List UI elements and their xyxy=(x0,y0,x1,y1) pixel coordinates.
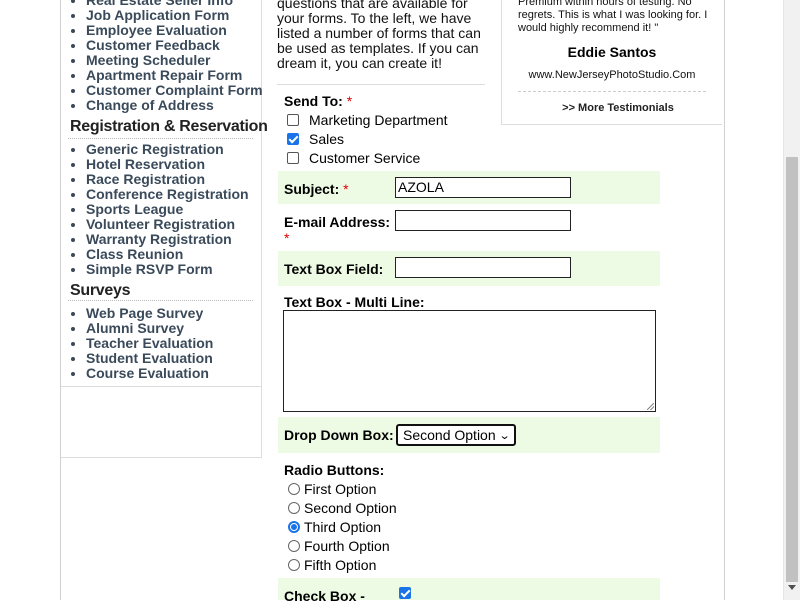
multi-line-label: Text Box - Multi Line: xyxy=(284,294,425,310)
subject-label: Subject: * xyxy=(284,181,349,197)
sidebar-link[interactable]: Sports League xyxy=(86,202,249,217)
testimonial-quote: Premium within hours of testing. No regr… xyxy=(518,0,708,34)
divider xyxy=(68,138,253,139)
radio-second-option[interactable]: Second Option xyxy=(288,500,397,516)
send-to-marketing[interactable]: Marketing Department xyxy=(287,112,448,128)
radio-fourth-option[interactable]: Fourth Option xyxy=(288,538,390,554)
sidebar-link[interactable]: Volunteer Registration xyxy=(86,217,249,232)
chevron-down-icon: ⌄ xyxy=(498,429,511,442)
check-box-label: Check Box - xyxy=(284,588,365,604)
sidebar-link[interactable]: Meeting Scheduler xyxy=(86,53,263,68)
scrollbar-thumb[interactable] xyxy=(786,157,798,582)
email-label: E-mail Address: xyxy=(284,214,391,230)
required-mark: * xyxy=(346,93,353,109)
multi-line-textarea[interactable] xyxy=(283,310,656,412)
sidebar-link[interactable]: Conference Registration xyxy=(86,187,249,202)
registration-list: Generic Registration Hotel Reservation R… xyxy=(60,142,249,277)
drop-down-label: Drop Down Box: xyxy=(284,427,394,443)
checkbox-icon[interactable] xyxy=(287,152,299,164)
radio-icon[interactable] xyxy=(288,540,300,552)
form-templates-list: Real Estate Seller Info Job Application … xyxy=(60,0,263,113)
required-mark: * xyxy=(284,230,290,246)
radio-label: Radio Buttons: xyxy=(284,462,385,478)
radio-icon[interactable] xyxy=(288,559,300,571)
resize-handle-icon[interactable] xyxy=(647,403,654,410)
registration-heading: Registration & Reservation xyxy=(70,118,268,135)
sidebar-link[interactable]: Teacher Evaluation xyxy=(86,336,213,351)
sidebar-link[interactable]: Web Page Survey xyxy=(86,306,213,321)
checkbox-checked-icon[interactable] xyxy=(287,133,299,145)
checkbox-checked-icon[interactable] xyxy=(399,587,411,599)
text-box-input[interactable] xyxy=(395,257,571,278)
sidebar-link[interactable]: Job Application Form xyxy=(86,8,263,23)
sidebar-link[interactable]: Class Reunion xyxy=(86,247,249,262)
surveys-list: Web Page Survey Alumni Survey Teacher Ev… xyxy=(60,306,213,381)
sidebar-link[interactable]: Race Registration xyxy=(86,172,249,187)
email-input[interactable] xyxy=(395,210,571,231)
radio-third-option[interactable]: Third Option xyxy=(288,519,381,535)
surveys-heading: Surveys xyxy=(70,282,131,299)
radio-first-option[interactable]: First Option xyxy=(288,481,376,497)
radio-fifth-option[interactable]: Fifth Option xyxy=(288,557,376,573)
drop-down-value: Second Option xyxy=(403,427,496,443)
sidebar-link[interactable]: Course Evaluation xyxy=(86,366,213,381)
text-box-label: Text Box Field: xyxy=(284,261,384,277)
required-mark: * xyxy=(343,181,349,197)
sidebar-link[interactable]: Hotel Reservation xyxy=(86,157,249,172)
sidebar-link[interactable]: Generic Registration xyxy=(86,142,249,157)
vertical-scrollbar[interactable] xyxy=(783,0,800,600)
send-to-label: Send To: * xyxy=(284,93,353,109)
send-to-customer-service[interactable]: Customer Service xyxy=(287,150,420,166)
sidebar-link[interactable]: Alumni Survey xyxy=(86,321,213,336)
intro-text: questions that are available for your fo… xyxy=(277,0,481,71)
testimonial-website: www.NewJerseyPhotoStudio.Com xyxy=(528,69,696,81)
sidebar-link[interactable]: Customer Feedback xyxy=(86,38,263,53)
sidebar-link[interactable]: Change of Address xyxy=(86,98,263,113)
sidebar-link[interactable]: Simple RSVP Form xyxy=(86,262,249,277)
radio-icon[interactable] xyxy=(288,483,300,495)
subject-input[interactable]: AZOLA xyxy=(395,177,571,198)
drop-down-select[interactable]: Second Option ⌄ xyxy=(396,424,516,446)
send-to-sales[interactable]: Sales xyxy=(287,131,344,147)
testimonial-author: Eddie Santos xyxy=(567,44,657,60)
divider xyxy=(61,386,261,387)
scroll-down-arrow-icon[interactable] xyxy=(788,585,796,590)
sidebar-link[interactable]: Student Evaluation xyxy=(86,351,213,366)
sidebar-link[interactable]: Customer Complaint Form xyxy=(86,83,263,98)
radio-icon[interactable] xyxy=(288,502,300,514)
sidebar-link[interactable]: Warranty Registration xyxy=(86,232,249,247)
checkbox-icon[interactable] xyxy=(287,114,299,126)
divider xyxy=(277,84,485,85)
sidebar-link[interactable]: Apartment Repair Form xyxy=(86,68,263,83)
sidebar-link[interactable]: Employee Evaluation xyxy=(86,23,263,38)
radio-selected-icon[interactable] xyxy=(288,521,300,533)
divider xyxy=(68,300,253,301)
